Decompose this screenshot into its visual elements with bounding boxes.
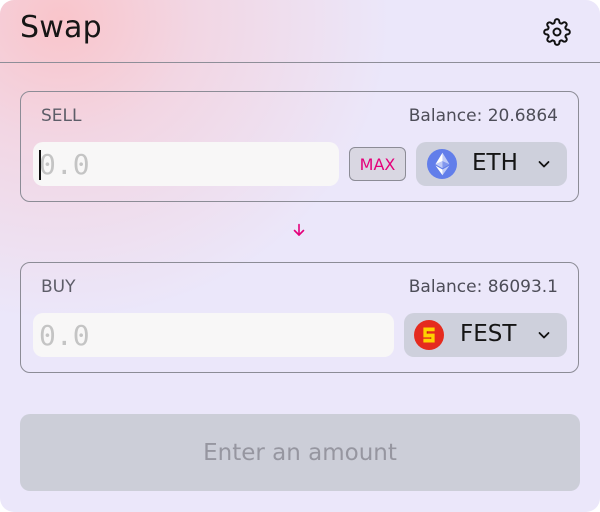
sell-token-symbol: ETH xyxy=(472,150,518,176)
sell-label: SELL xyxy=(41,106,82,126)
chevron-down-icon xyxy=(538,332,550,339)
sell-amount-input[interactable] xyxy=(33,142,339,186)
max-button[interactable]: MAX xyxy=(349,147,406,181)
buy-panel: BUY Balance: 86093.1 FEST xyxy=(20,262,579,373)
sell-balance: Balance: 20.6864 xyxy=(408,106,558,126)
enter-amount-button[interactable]: Enter an amount xyxy=(20,414,580,491)
text-cursor xyxy=(39,150,41,180)
gear-icon[interactable] xyxy=(543,18,571,46)
buy-label: BUY xyxy=(41,277,76,297)
buy-amount-input[interactable] xyxy=(33,313,394,357)
arrow-down-icon[interactable] xyxy=(291,222,307,238)
sell-panel: SELL Balance: 20.6864 MAX ETH xyxy=(20,91,579,202)
swap-card: Swap SELL Balance: 20.6864 MAX ETH xyxy=(0,0,600,512)
buy-token-selector[interactable]: FEST xyxy=(404,313,567,357)
buy-balance: Balance: 86093.1 xyxy=(408,277,558,297)
buy-token-symbol: FEST xyxy=(460,321,517,347)
eth-icon xyxy=(427,149,457,179)
fest-token-icon xyxy=(414,320,444,350)
chevron-down-icon xyxy=(538,161,550,168)
swap-header: Swap xyxy=(0,0,600,63)
sell-token-selector[interactable]: ETH xyxy=(416,142,567,186)
page-title: Swap xyxy=(20,10,102,45)
